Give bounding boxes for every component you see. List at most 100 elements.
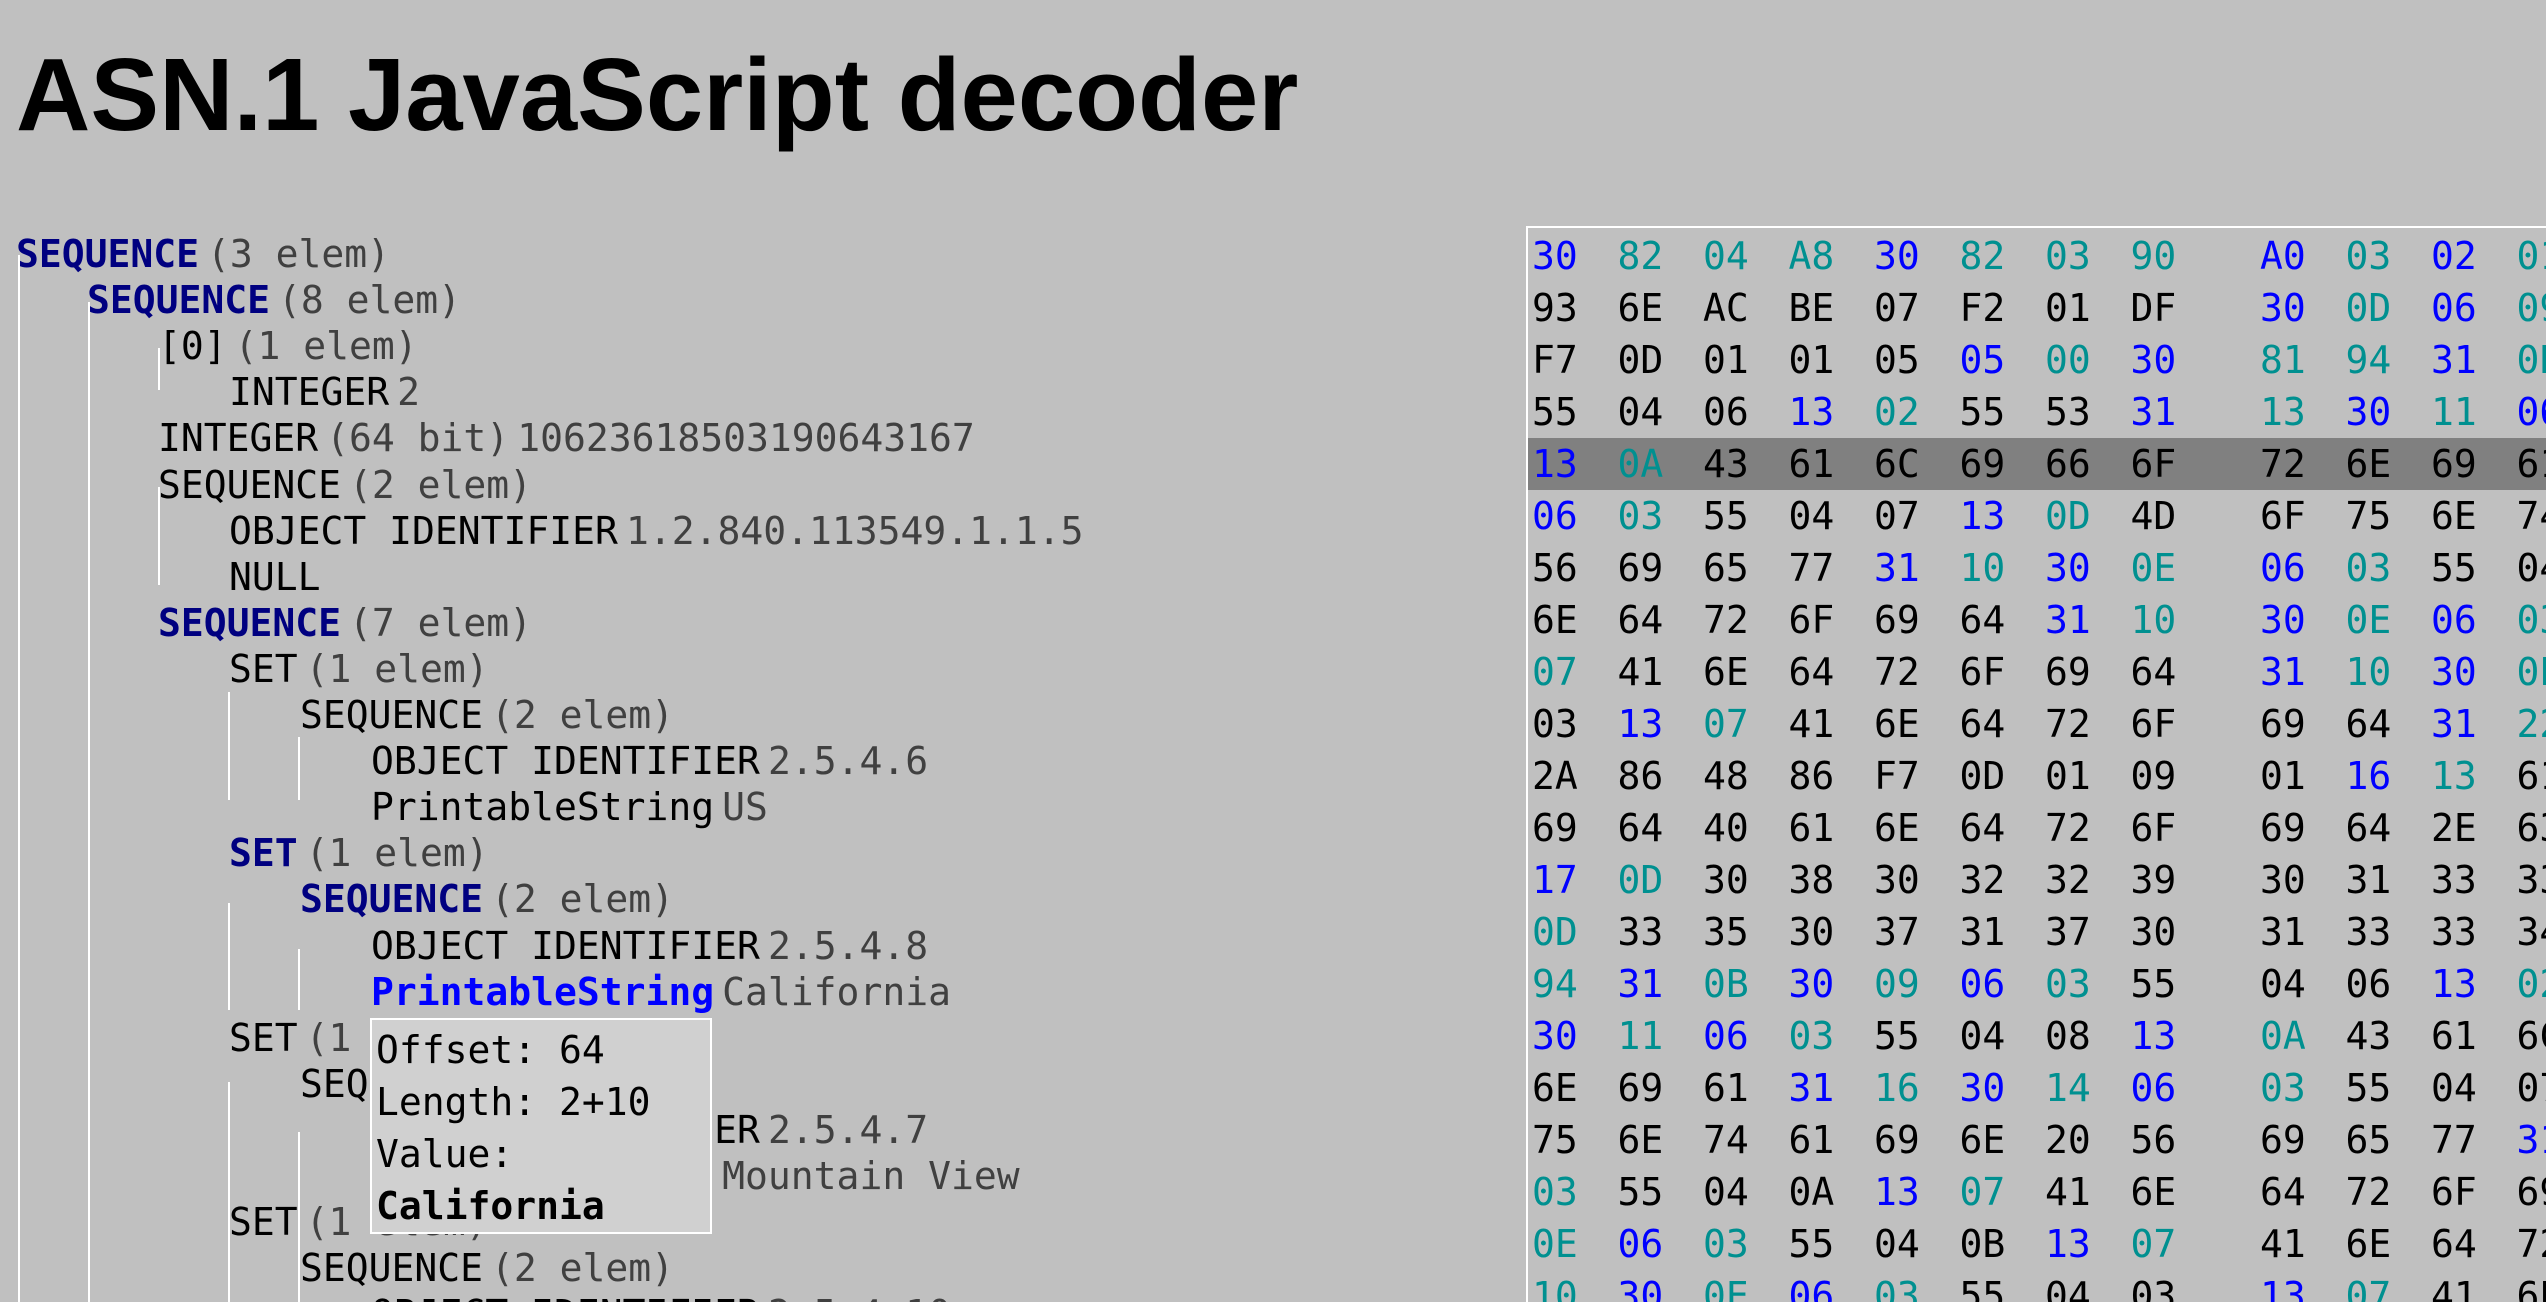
hex-byte[interactable]: 03 xyxy=(2346,542,2400,594)
hex-byte[interactable]: 31 xyxy=(1789,1062,1843,1114)
hex-byte[interactable]: 30 xyxy=(2260,854,2314,906)
hex-byte[interactable]: 13 xyxy=(2131,1010,2185,1062)
hex-byte[interactable]: 04 xyxy=(1703,1166,1757,1218)
hex-byte[interactable]: 86 xyxy=(1789,750,1843,802)
hex-byte[interactable]: 61 xyxy=(1789,438,1843,490)
hex-byte[interactable]: 37 xyxy=(2045,906,2099,958)
hex-byte[interactable]: 82 xyxy=(1960,230,2014,282)
hex-byte[interactable]: 86 xyxy=(1618,750,1672,802)
hex-byte[interactable]: 93 xyxy=(1532,282,1586,334)
hex-row[interactable]: 10 30 0E 06 03 55 04 03 13 07 41 6E xyxy=(1528,1270,2546,1302)
hex-byte[interactable]: 40 xyxy=(1703,802,1757,854)
hex-byte[interactable]: 6F xyxy=(2131,802,2185,854)
hex-byte[interactable]: 69 xyxy=(1532,802,1586,854)
hex-byte[interactable]: 04 xyxy=(2431,1062,2485,1114)
hex-byte[interactable]: 6E xyxy=(2346,438,2400,490)
hex-byte[interactable]: 07 xyxy=(1532,646,1586,698)
hex-byte[interactable]: 31 xyxy=(1618,958,1672,1010)
hex-byte[interactable]: 30 xyxy=(2260,282,2314,334)
hex-byte[interactable]: 6F xyxy=(1960,646,2014,698)
tree-node[interactable]: [0] (1 elem) xyxy=(158,323,418,369)
hex-byte[interactable]: 04 xyxy=(2260,958,2314,1010)
hex-row[interactable]: 03 13 07 41 6E 64 72 6F 69 64 31 22 xyxy=(1528,698,2546,750)
hex-byte[interactable]: 02 xyxy=(2517,958,2546,1010)
hex-byte[interactable]: 06 xyxy=(1789,1270,1843,1302)
hex-byte[interactable]: 6E xyxy=(1874,802,1928,854)
hex-byte[interactable]: 30 xyxy=(2131,906,2185,958)
hex-byte[interactable]: 74 xyxy=(1703,1114,1757,1166)
hex-byte[interactable]: 69 xyxy=(2045,646,2099,698)
hex-byte[interactable]: 03 xyxy=(2131,1270,2185,1302)
hex-row[interactable]: 69 64 40 61 6E 64 72 6F 69 64 2E 63 xyxy=(1528,802,2546,854)
hex-byte[interactable]: 10 xyxy=(2346,646,2400,698)
hex-row[interactable]: 6E 69 61 31 16 30 14 06 03 55 04 07 xyxy=(1528,1062,2546,1114)
hex-byte[interactable]: 55 xyxy=(1789,1218,1843,1270)
hex-byte[interactable]: 0D xyxy=(1618,854,1672,906)
hex-byte[interactable]: 0E xyxy=(1532,1218,1586,1270)
hex-byte[interactable]: 06 xyxy=(2431,594,2485,646)
hex-byte[interactable]: 02 xyxy=(1874,386,1928,438)
hex-byte[interactable]: 33 xyxy=(2346,906,2400,958)
hex-byte[interactable]: 01 xyxy=(1789,334,1843,386)
tree-node[interactable]: SEQUENCE (3 elem) xyxy=(16,231,390,277)
hex-byte[interactable]: 61 xyxy=(2517,750,2546,802)
hex-byte[interactable]: 01 xyxy=(1703,334,1757,386)
hex-row[interactable]: 13 0A 43 61 6C 69 66 6F 72 6E 69 61 xyxy=(1528,438,2546,490)
hex-byte[interactable]: 06 xyxy=(2260,542,2314,594)
hex-byte[interactable]: 04 xyxy=(1703,230,1757,282)
hex-byte[interactable]: 69 xyxy=(1618,542,1672,594)
hex-byte[interactable]: 16 xyxy=(1874,1062,1928,1114)
hex-byte[interactable]: 03 xyxy=(2045,958,2099,1010)
hex-byte[interactable]: 0B xyxy=(1960,1218,2014,1270)
hex-byte[interactable]: 03 xyxy=(2346,230,2400,282)
hex-byte[interactable]: 30 xyxy=(1789,906,1843,958)
hex-row[interactable]: 06 03 55 04 07 13 0D 4D 6F 75 6E 74 xyxy=(1528,490,2546,542)
hex-byte[interactable]: 90 xyxy=(2131,230,2185,282)
hex-byte[interactable]: 10 xyxy=(1960,542,2014,594)
hex-byte[interactable]: 61 xyxy=(2431,1010,2485,1062)
hex-byte[interactable]: 00 xyxy=(2045,334,2099,386)
hex-byte[interactable]: 09 xyxy=(2517,282,2546,334)
hex-byte[interactable]: 75 xyxy=(1532,1114,1586,1166)
hex-byte[interactable]: 0D xyxy=(1532,906,1586,958)
hex-byte[interactable]: 30 xyxy=(1874,230,1928,282)
hex-byte[interactable]: 77 xyxy=(2431,1114,2485,1166)
hex-row[interactable]: 30 11 06 03 55 04 08 13 0A 43 61 6C xyxy=(1528,1010,2546,1062)
hex-byte[interactable]: 06 xyxy=(2431,282,2485,334)
hex-byte[interactable]: 38 xyxy=(1789,854,1843,906)
hex-byte[interactable]: 04 xyxy=(2045,1270,2099,1302)
hex-byte[interactable]: 31 xyxy=(1960,906,2014,958)
tree-node[interactable]: INTEGER (64 bit) 10623618503190643167 xyxy=(158,415,975,461)
hex-byte[interactable]: 06 xyxy=(2517,386,2546,438)
hex-byte[interactable]: 0D xyxy=(1960,750,2014,802)
hex-byte[interactable]: 31 xyxy=(2517,1114,2546,1166)
hex-byte[interactable]: 03 xyxy=(1703,1218,1757,1270)
hex-row[interactable]: 75 6E 74 61 69 6E 20 56 69 65 77 31 xyxy=(1528,1114,2546,1166)
hex-byte[interactable]: 69 xyxy=(1874,594,1928,646)
hex-byte[interactable]: 65 xyxy=(1703,542,1757,594)
hex-byte[interactable]: 30 xyxy=(2131,334,2185,386)
hex-row[interactable]: 0E 06 03 55 04 0B 13 07 41 6E 64 72 xyxy=(1528,1218,2546,1270)
hex-byte[interactable]: 6F xyxy=(2260,490,2314,542)
hex-byte[interactable]: 32 xyxy=(1960,854,2014,906)
hex-byte[interactable]: 4D xyxy=(2131,490,2185,542)
hex-byte[interactable]: 07 xyxy=(2346,1270,2400,1302)
hex-byte[interactable]: 72 xyxy=(1703,594,1757,646)
hex-byte[interactable]: 55 xyxy=(1532,386,1586,438)
hex-byte[interactable]: 64 xyxy=(1618,802,1672,854)
hex-byte[interactable]: 30 xyxy=(2431,646,2485,698)
tree-node[interactable]: SET(1 elem) xyxy=(229,830,489,876)
hex-byte[interactable]: 06 xyxy=(1703,1010,1757,1062)
hex-byte[interactable]: 31 xyxy=(2045,594,2099,646)
hex-byte[interactable]: 6F xyxy=(2131,698,2185,750)
hex-byte[interactable]: 55 xyxy=(1960,1270,2014,1302)
hex-row[interactable]: 93 6E AC BE 07 F2 01 DF 30 0D 06 09 xyxy=(1528,282,2546,334)
hex-byte[interactable]: 07 xyxy=(1960,1166,2014,1218)
hex-byte[interactable]: 03 xyxy=(2517,594,2546,646)
hex-byte[interactable]: 69 xyxy=(2431,438,2485,490)
hex-byte[interactable]: 69 xyxy=(2517,1166,2546,1218)
hex-byte[interactable]: AC xyxy=(1703,282,1757,334)
hex-row[interactable]: 0D 33 35 30 37 31 37 30 31 33 33 34 xyxy=(1528,906,2546,958)
hex-byte[interactable]: 0D xyxy=(2045,490,2099,542)
hex-byte[interactable]: 55 xyxy=(2131,958,2185,1010)
